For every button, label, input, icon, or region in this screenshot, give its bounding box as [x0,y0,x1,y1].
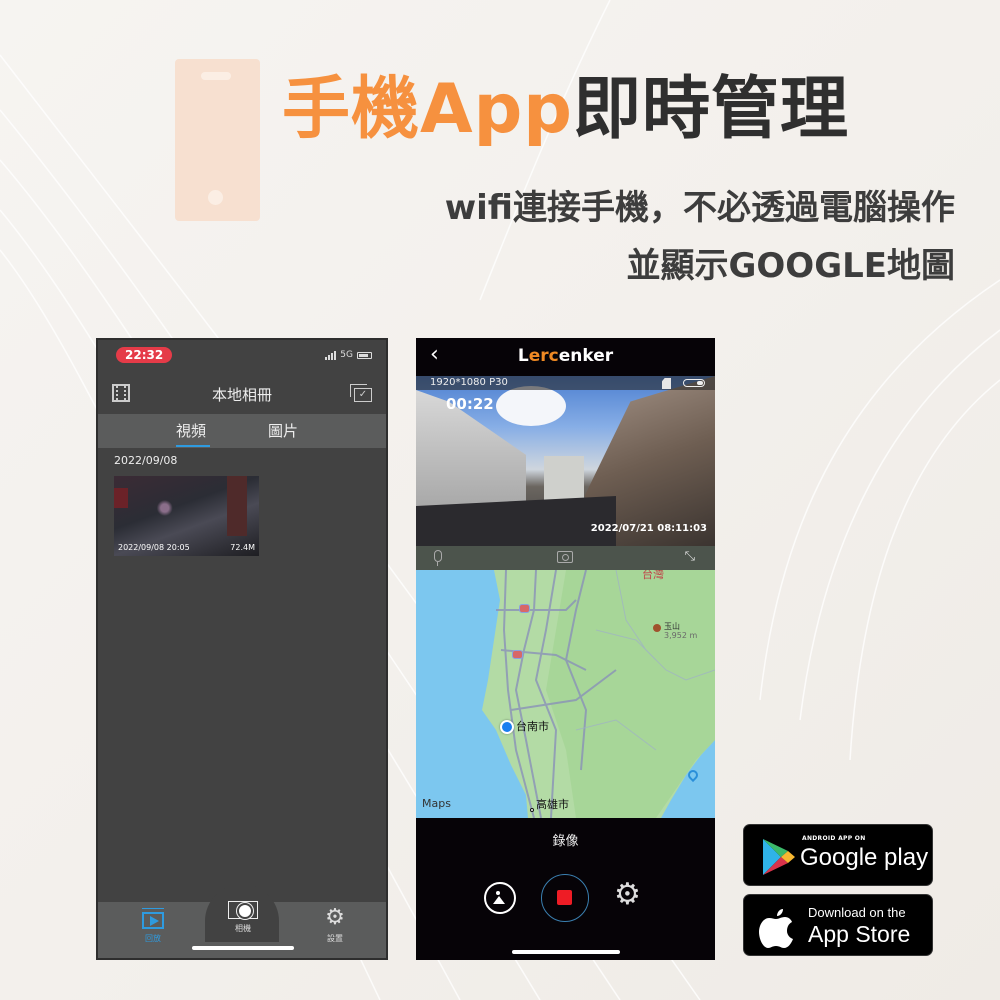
group-date: 2022/09/08 [114,454,178,467]
subtitle-line-1: wifi連接手機，不必透過電腦操作 [444,188,955,228]
map-layer [416,570,715,818]
current-location-dot [500,720,514,734]
album-header: 本地相冊 ✓ [98,376,386,412]
app-store-badge[interactable]: Download on the App Store [743,894,933,956]
video-timestamp: 2022/07/21 08:11:03 [590,523,707,534]
sd-card-icon [662,378,671,389]
map-label-taiwan: 台灣 [642,570,664,581]
play-text: play [877,844,929,871]
highway-marker [512,650,523,659]
album-tabs: 視頻 圖片 [98,414,386,448]
google-play-small-text: ANDROID APP ON [802,835,866,842]
local-album-screen: 22:32 5G 本地相冊 ✓ 視頻 圖片 2022/09/08 2022/09… [96,338,388,960]
battery-icon [357,351,372,359]
video-size: 72.4M [230,543,255,552]
subtitle-line-2: 並顯示GOOGLE地圖 [626,246,955,286]
playback-icon [142,908,164,929]
status-time: 22:32 [116,347,173,363]
yushan-name: 玉山 [664,622,680,631]
microphone-icon[interactable] [434,550,442,566]
video-controls: ⤡ [416,546,715,570]
tab-photos[interactable]: 圖片 [268,420,298,441]
google-text: Google [800,844,878,871]
app-store-small-text: Download on the [808,905,906,920]
map-view[interactable]: 台灣 玉山 3,952 m 台南市 高雄市 Maps [416,570,715,818]
yushan-elevation: 3,952 m [664,631,698,640]
brand-logo: Lercenker [416,346,715,366]
video-timestamp: 2022/09/08 20:05 [118,543,190,552]
status-bar: 22:32 5G [98,340,386,372]
app-store-big-text: App Store [808,921,911,947]
active-tab-indicator [176,445,210,447]
album-title: 本地相冊 [211,386,272,404]
nav-playback[interactable]: 回放 [128,908,178,944]
logo-suffix: enker [558,346,614,366]
smartphone-icon [175,59,260,221]
snapshot-icon[interactable] [557,551,573,563]
nav-camera[interactable]: 相機 [218,901,268,934]
nav-camera-label: 相機 [235,924,251,933]
title-orange: 手機App [282,70,573,149]
mountain-icon [653,624,661,632]
apple-icon [759,909,793,948]
page-title: 手機App即時管理 [282,76,849,144]
google-play-badge[interactable]: ANDROID APP ON Google play [743,824,933,886]
video-thumbnail[interactable]: 2022/09/08 20:05 72.4M [114,476,259,556]
live-view-screen: ‹ Lercenker 1920*1080 P30 00:22 2022/07/… [416,338,715,960]
title-dark: 即時管理 [572,70,849,149]
phone-home-button [208,190,223,205]
highway-marker [519,604,530,613]
nav-settings[interactable]: ⚙ 設置 [310,907,360,944]
logo-prefix: L [517,346,529,366]
camera-icon [228,901,258,919]
apple-maps-logo: Maps [422,797,451,810]
logo-highlight: erc [528,346,559,366]
select-icon[interactable]: ✓ [350,384,372,402]
city-dot [530,808,534,812]
settings-button[interactable]: ⚙ [614,880,641,910]
map-label-kaohsiung: 高雄市 [536,798,569,811]
network-label: 5G [340,350,353,360]
gallery-button[interactable] [484,882,516,914]
battery-icon [683,379,705,387]
maps-logo-text: Maps [422,797,451,810]
mode-label: 錄像 [552,834,579,849]
resolution-label: 1920*1080 P30 [430,377,508,388]
gear-icon: ⚙ [325,905,345,930]
phone-speaker [201,72,231,80]
map-label-tainan: 台南市 [516,720,549,733]
google-play-icon [763,839,795,875]
signal-icon [325,350,337,360]
fullscreen-icon[interactable]: ⤡ [685,549,695,565]
top-bar: ‹ Lercenker [416,338,715,376]
status-indicators: 5G [325,350,372,360]
thumbnail-meta: 2022/09/08 20:05 72.4M [114,543,259,552]
nav-playback-label: 回放 [145,934,161,943]
video-info-bar: 1920*1080 P30 [416,376,715,390]
home-indicator[interactable] [512,950,620,954]
home-indicator[interactable] [192,946,294,950]
recording-timer: 00:22 [446,395,494,413]
tab-videos[interactable]: 視頻 [176,420,206,441]
stop-record-button[interactable] [541,874,589,922]
map-label-yushan: 玉山 3,952 m [664,622,697,640]
nav-settings-label: 設置 [327,934,343,943]
google-play-big-text: Google play [800,844,928,872]
